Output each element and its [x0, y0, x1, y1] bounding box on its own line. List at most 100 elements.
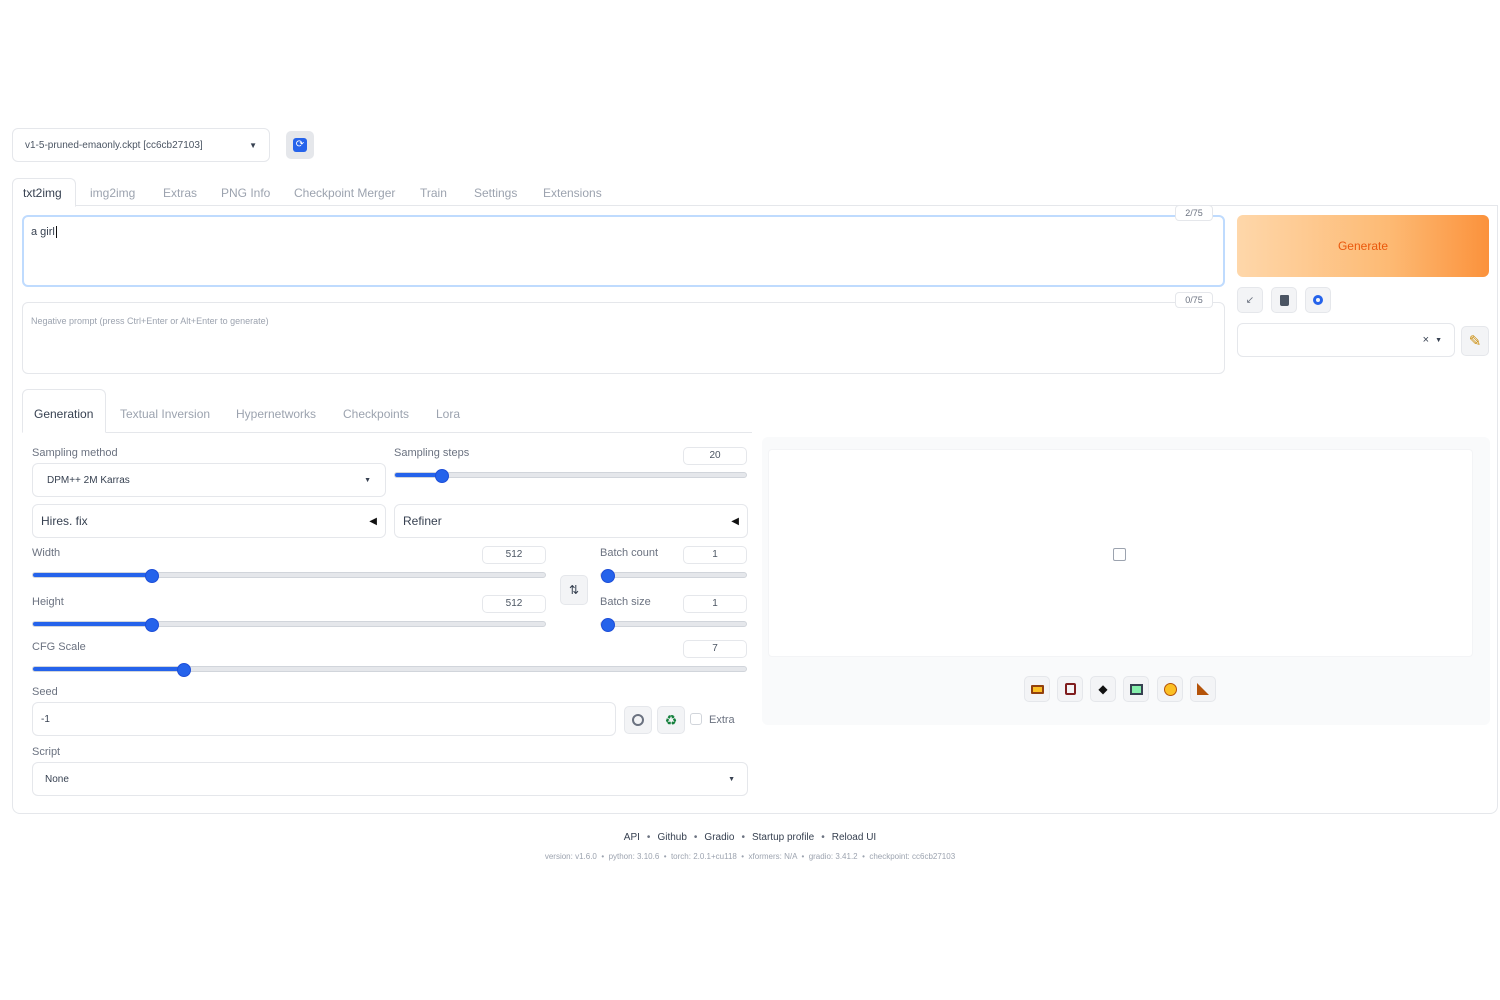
image-placeholder-icon [1113, 548, 1126, 561]
batch-count-slider[interactable] [600, 569, 747, 583]
clear-prompt-button[interactable] [1271, 287, 1297, 313]
slider-thumb[interactable] [434, 469, 449, 483]
separator: • [821, 832, 825, 843]
negative-prompt-placeholder: Negative prompt (press Ctrl+Enter or Alt… [31, 316, 269, 326]
pencil-check-icon: ↙ [1245, 294, 1255, 306]
cfg-scale-label: CFG Scale [32, 641, 86, 653]
random-seed-button[interactable] [624, 706, 652, 734]
footer-link-reload-ui[interactable]: Reload UI [832, 832, 876, 843]
dice-icon [632, 714, 644, 726]
ruler-icon [1197, 683, 1209, 695]
chevron-down-icon: ▼ [364, 476, 371, 484]
width-slider[interactable] [32, 569, 546, 583]
footer-link-startup-profile[interactable]: Startup profile [752, 832, 814, 843]
sampling-method-dropdown[interactable]: DPM++ 2M Karras ▼ [32, 463, 386, 497]
tab-generation[interactable]: Generation [34, 407, 93, 421]
slider-thumb[interactable] [176, 663, 191, 677]
open-folder-button[interactable] [1024, 676, 1050, 702]
tab-extensions[interactable]: Extensions [543, 186, 602, 200]
styles-dropdown[interactable]: × ▼ [1237, 323, 1455, 357]
tab-png-info[interactable]: PNG Info [221, 186, 270, 200]
sampling-steps-slider[interactable] [394, 469, 747, 483]
slider-fill [33, 667, 183, 671]
folder-icon [1030, 684, 1044, 694]
batch-size-input[interactable]: 1 [683, 595, 747, 613]
width-input[interactable]: 512 [482, 546, 546, 564]
tab-checkpoints[interactable]: Checkpoints [343, 407, 409, 421]
width-label: Width [32, 547, 61, 559]
text-cursor [55, 226, 57, 238]
seed-value: -1 [41, 713, 50, 725]
tab-checkpoint-merger[interactable]: Checkpoint Merger [294, 186, 395, 200]
batch-count-label: Batch count [600, 547, 659, 559]
batch-size-slider[interactable] [600, 618, 747, 632]
generate-button[interactable]: Generate [1237, 215, 1489, 277]
footer-links: API • Github • Gradio • Startup profile • Reload… [0, 832, 1500, 843]
zip-button[interactable]: ◆ [1090, 676, 1116, 702]
swap-dimensions-button[interactable]: ⇅ [560, 575, 588, 605]
separator: • [646, 832, 651, 843]
footer-link-api[interactable]: API [624, 832, 640, 843]
edit-icon: ✎ [1468, 333, 1482, 350]
prompt-textarea[interactable]: a girl [22, 215, 1225, 287]
zip-icon: ◆ [1098, 682, 1108, 696]
tab-settings[interactable]: Settings [474, 186, 517, 200]
tab-extras[interactable]: Extras [163, 186, 197, 200]
read-params-button[interactable]: ↙ [1237, 287, 1263, 313]
tab-hypernetworks[interactable]: Hypernetworks [236, 407, 316, 421]
tab-train[interactable]: Train [420, 186, 447, 200]
slider-fill [33, 622, 151, 626]
slider-thumb[interactable] [601, 569, 615, 583]
slider-thumb[interactable] [601, 618, 615, 632]
slider-fill [33, 573, 151, 577]
trash-icon [1279, 294, 1289, 306]
sampling-steps-input[interactable]: 20 [683, 447, 747, 465]
cfg-scale-input[interactable]: 7 [683, 640, 747, 658]
footer-link-gradio[interactable]: Gradio [704, 832, 734, 843]
script-dropdown[interactable]: None ▼ [32, 762, 748, 796]
send-to-img2img-button[interactable] [1123, 676, 1149, 702]
palette-icon [1163, 682, 1177, 696]
seed-input[interactable]: -1 [32, 702, 616, 736]
refiner-accordion[interactable]: Refiner ◀ [394, 504, 748, 538]
send-to-inpaint-button[interactable] [1157, 676, 1183, 702]
tab-txt2img[interactable]: txt2img [23, 186, 62, 200]
recycle-icon: ♻ [664, 711, 678, 728]
refresh-checkpoint-button[interactable]: ⟳ [286, 131, 314, 159]
checkpoint-value: v1-5-pruned-emaonly.ckpt [cc6cb27103] [25, 139, 203, 151]
generate-label: Generate [1337, 239, 1389, 253]
checkpoint-dropdown[interactable]: v1-5-pruned-emaonly.ckpt [cc6cb27103] ▼ [12, 128, 270, 162]
extra-label: Extra [709, 714, 735, 726]
hires-fix-accordion[interactable]: Hires. fix ◀ [32, 504, 386, 538]
edit-styles-button[interactable]: ✎ [1461, 326, 1489, 356]
cfg-scale-slider[interactable] [32, 663, 747, 677]
seed-label: Seed [32, 686, 58, 698]
collapse-arrow-icon: ◀ [731, 515, 739, 527]
tab-textual-inversion[interactable]: Textual Inversion [120, 407, 210, 421]
collapse-arrow-icon: ◀ [369, 515, 377, 527]
clear-icon[interactable]: × [1423, 334, 1429, 346]
batch-count-input[interactable]: 1 [683, 546, 747, 564]
height-input[interactable]: 512 [482, 595, 546, 613]
footer-version: version: v1.6.0 • python: 3.10.6 • torch… [544, 852, 956, 861]
send-to-extras-button[interactable] [1190, 676, 1216, 702]
slider-fill [395, 473, 441, 477]
image-icon [1129, 683, 1143, 695]
script-value: None [45, 773, 69, 785]
sampling-method-value: DPM++ 2M Karras [47, 474, 130, 486]
footer-link-github[interactable]: Github [657, 832, 686, 843]
chevron-down-icon: ▼ [728, 775, 735, 783]
height-slider[interactable] [32, 618, 546, 632]
tab-lora[interactable]: Lora [436, 407, 460, 421]
save-button[interactable] [1057, 676, 1083, 702]
slider-thumb[interactable] [144, 569, 159, 583]
swap-icon: ⇅ [568, 583, 580, 597]
slider-thumb[interactable] [144, 618, 159, 632]
save-icon [1064, 683, 1076, 695]
negative-prompt-textarea[interactable]: Negative prompt (press Ctrl+Enter or Alt… [22, 302, 1225, 374]
extra-checkbox[interactable] [690, 713, 702, 725]
extra-networks-button[interactable] [1305, 287, 1331, 313]
separator: • [693, 832, 698, 843]
tab-img2img[interactable]: img2img [90, 186, 135, 200]
reuse-seed-button[interactable]: ♻ [657, 706, 685, 734]
